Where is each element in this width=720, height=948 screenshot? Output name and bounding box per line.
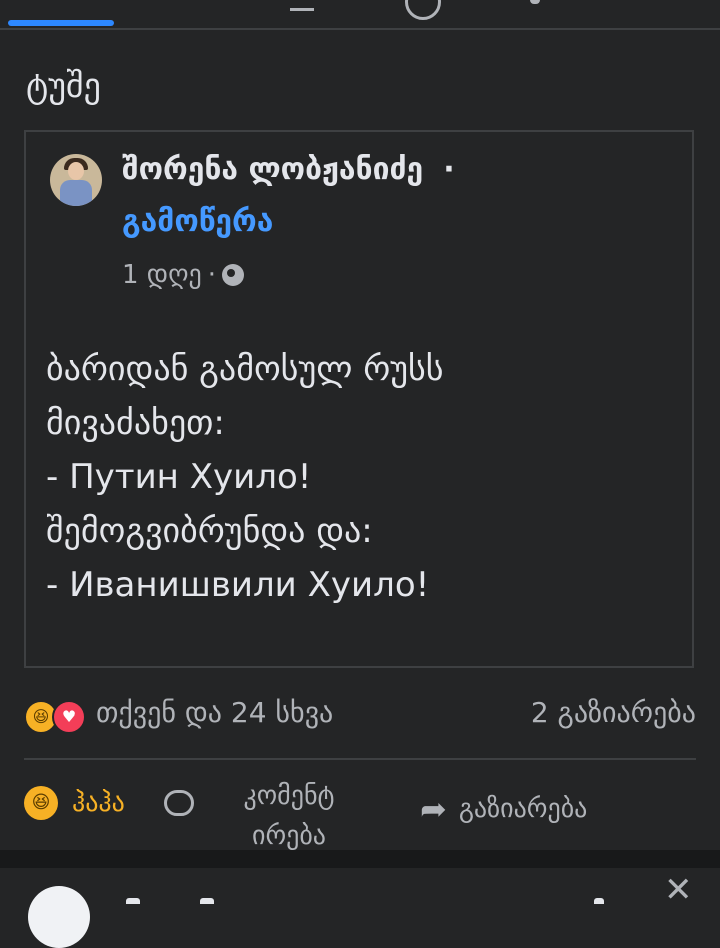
author-dot: · xyxy=(443,152,455,187)
body-line: - Путин Хуило! xyxy=(46,457,312,497)
reaction-icons[interactable]: 😆 ♥ xyxy=(24,700,86,734)
share-count[interactable]: 2 გაზიარება xyxy=(531,696,696,729)
close-icon[interactable]: ✕ xyxy=(664,870,693,910)
next-post-name-fragment xyxy=(126,898,140,904)
tab-icon-fragment-2[interactable] xyxy=(530,0,540,4)
post-meta: 1 დღე · xyxy=(122,260,244,290)
meta-separator: · xyxy=(207,260,216,290)
next-post-name-fragment xyxy=(200,898,214,904)
comment-icon xyxy=(164,790,194,816)
body-line: ბარიდან გამოსულ რუსს xyxy=(46,349,444,389)
reaction-summary[interactable]: თქვენ და 24 სხვა xyxy=(96,696,333,729)
comment-label: კომენტ ირება xyxy=(243,781,335,851)
divider xyxy=(24,758,696,760)
share-label: გაზიარება xyxy=(458,794,588,824)
follow-link[interactable]: გამოწერა xyxy=(122,204,273,239)
reactions-row: 😆 ♥ თქვენ და 24 სხვა 2 გაზიარება xyxy=(24,694,696,738)
next-post-avatar[interactable] xyxy=(28,886,90,948)
share-icon: ➦ xyxy=(420,790,447,828)
body-line: - Иванишвили Хуило! xyxy=(46,565,430,605)
post-text: ტუშე xyxy=(26,66,101,106)
next-post-header: ✕ xyxy=(0,868,720,948)
share-button[interactable]: ➦ გაზიარება xyxy=(420,790,587,828)
active-tab-indicator xyxy=(8,20,114,26)
haha-button[interactable]: 😆 ჰაჰა xyxy=(24,786,125,820)
top-tab-bar xyxy=(0,0,720,30)
shared-post-body: ბარიდან გამოსულ რუსს მივაძახეთ: - Путин … xyxy=(46,342,676,612)
love-icon: ♥ xyxy=(52,700,86,734)
body-line: მივაძახეთ: xyxy=(46,403,225,443)
tab-icon-fragment[interactable] xyxy=(290,0,314,11)
author-avatar[interactable] xyxy=(50,154,102,206)
more-icon[interactable] xyxy=(594,898,604,904)
author-name[interactable]: შორენა ლობჟანიძე xyxy=(122,152,423,187)
haha-label: ჰაჰა xyxy=(72,788,125,818)
shared-post-card[interactable]: შორენა ლობჟანიძე · გამოწერა 1 დღე · ბარიდ… xyxy=(24,130,694,668)
globe-icon xyxy=(221,264,244,286)
feed-separator xyxy=(0,850,720,868)
tab-circle-icon[interactable] xyxy=(405,0,441,20)
author-line: შორენა ლობჟანიძე · xyxy=(122,152,455,187)
post-time[interactable]: 1 დღე xyxy=(122,260,202,290)
haha-icon: 😆 xyxy=(24,786,58,820)
body-line: შემოგვიბრუნდა და: xyxy=(46,511,373,551)
action-bar: 😆 ჰაჰა კომენტ ირება ➦ გაზიარება xyxy=(0,764,720,851)
